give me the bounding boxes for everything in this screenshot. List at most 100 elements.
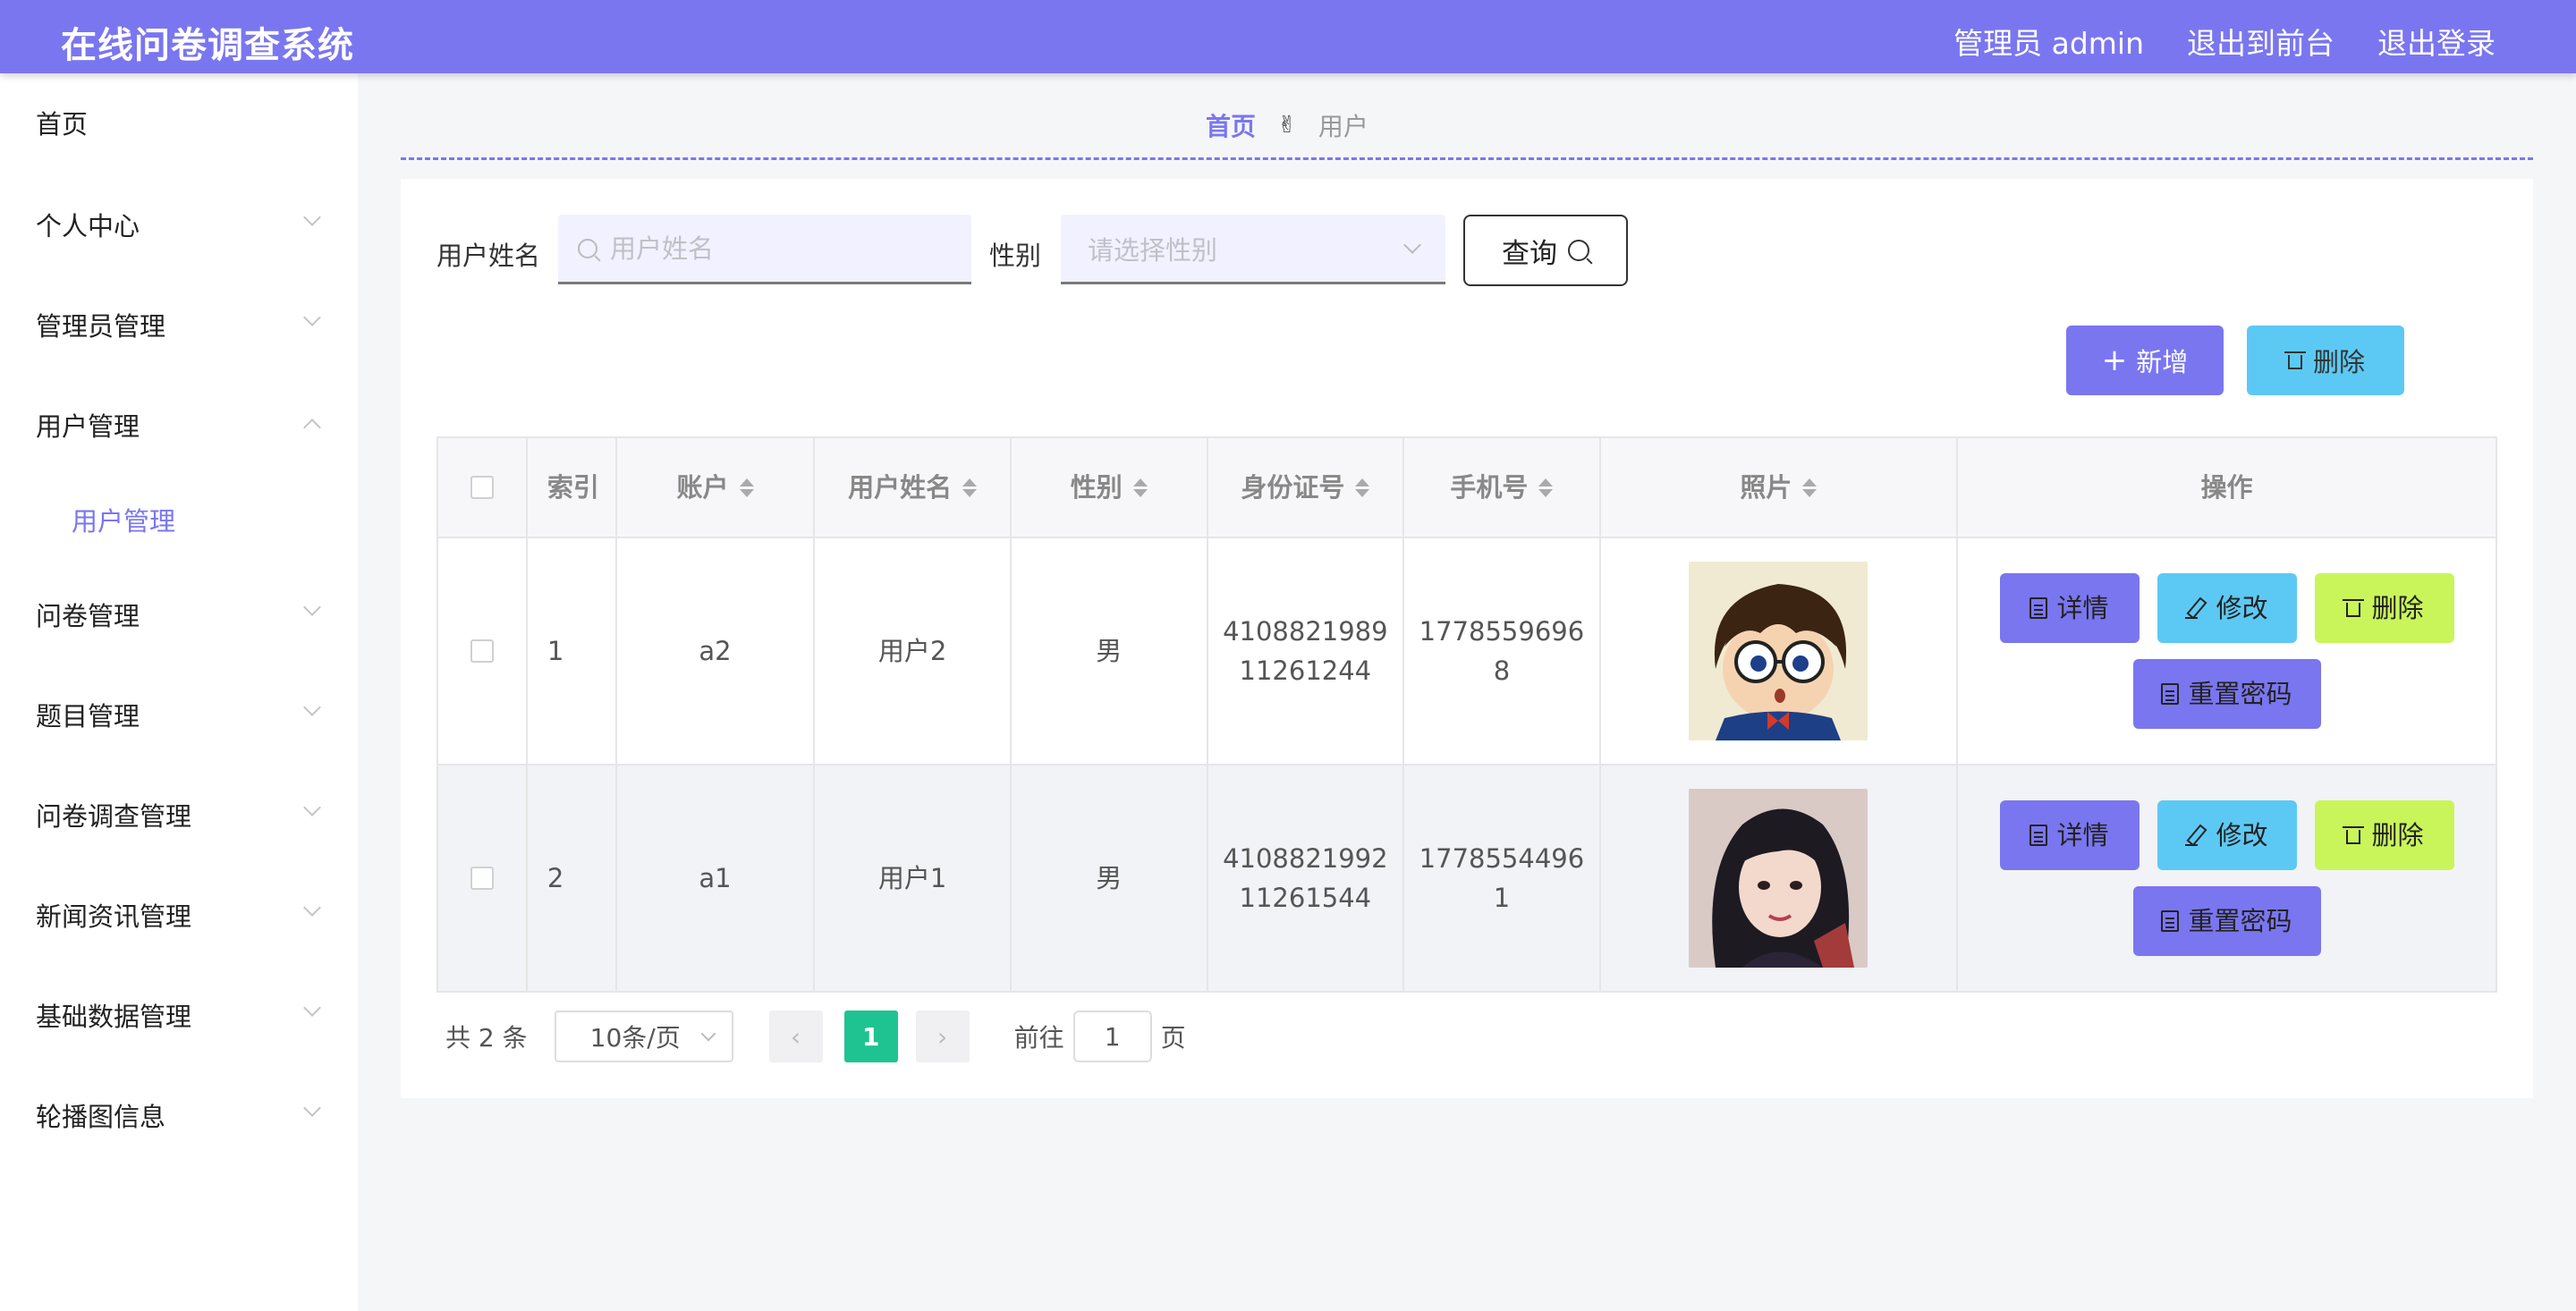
- sidebar-item-profile[interactable]: 个人中心: [36, 202, 322, 247]
- cell-account: a2: [617, 538, 816, 764]
- goto-label: 前往: [1013, 1023, 1064, 1053]
- query-button-label: 查询: [1502, 237, 1557, 270]
- add-button-label: 新增: [2136, 347, 2189, 377]
- reset-password-button[interactable]: 重置密码: [2132, 886, 2321, 956]
- breadcrumb-current: 用户: [1318, 112, 1368, 141]
- document-icon: [2161, 910, 2180, 932]
- sidebar-item-label: 新闻资讯管理: [36, 901, 192, 932]
- add-button[interactable]: + 新增: [2066, 326, 2224, 395]
- chevron-down-icon: [303, 999, 321, 1017]
- search-icon: [1568, 240, 1589, 261]
- trash-icon: [2284, 350, 2306, 371]
- detail-button[interactable]: 详情: [1999, 573, 2140, 643]
- name-search-input[interactable]: [610, 233, 950, 264]
- app-title: 在线问卷调查系统: [61, 25, 354, 66]
- chevron-left-icon: ‹: [791, 1021, 801, 1052]
- name-search-field[interactable]: [558, 215, 971, 284]
- sort-icon[interactable]: [962, 478, 978, 497]
- trash-icon: [2343, 825, 2365, 846]
- header-index: 索引: [528, 438, 617, 537]
- header-id-number[interactable]: 身份证号: [1208, 438, 1405, 537]
- header-phone[interactable]: 手机号: [1404, 438, 1601, 537]
- breadcrumb-home[interactable]: 首页: [1206, 107, 1256, 143]
- sex-select[interactable]: 请选择性别: [1061, 215, 1445, 284]
- submenu-item-user-management[interactable]: 用户管理: [72, 501, 175, 538]
- edit-button[interactable]: 修改: [2157, 573, 2297, 643]
- sidebar-item-label: 问卷调查管理: [36, 801, 192, 832]
- prev-page-button[interactable]: ‹: [768, 1011, 823, 1062]
- detail-button[interactable]: 详情: [1999, 800, 2140, 870]
- goto-page-input[interactable]: [1072, 1011, 1152, 1062]
- header-sex[interactable]: 性别: [1012, 438, 1208, 537]
- document-icon: [2029, 825, 2048, 846]
- cell-sex: 男: [1012, 765, 1208, 991]
- row-operations: 详情 修改 删除 重置密码: [1999, 573, 2454, 729]
- sidebar-item-home[interactable]: 首页: [36, 100, 322, 145]
- row-checkbox[interactable]: [470, 639, 494, 663]
- sidebar-item-survey-management[interactable]: 问卷调查管理: [36, 792, 322, 837]
- chevron-up-icon: [303, 419, 321, 436]
- sidebar-item-questionnaire-management[interactable]: 问卷管理: [36, 592, 322, 637]
- header-user-name[interactable]: 用户姓名: [815, 438, 1012, 537]
- edit-icon: [2185, 597, 2207, 619]
- chevron-down-icon: [303, 309, 321, 326]
- sidebar-item-question-management[interactable]: 题目管理: [36, 692, 322, 737]
- page-size-select[interactable]: 10条/页: [554, 1011, 733, 1062]
- delete-button[interactable]: 删除: [2314, 800, 2454, 870]
- victory-hand-icon: ✌: [1277, 112, 1297, 139]
- batch-delete-button[interactable]: 删除: [2247, 326, 2404, 395]
- table-row: 2 a1 用户1 男 4108821992 11261544 1778554496…: [438, 764, 2496, 991]
- next-page-button[interactable]: ›: [915, 1011, 970, 1062]
- sex-filter-label: 性别: [989, 241, 1042, 271]
- user-table: 索引 账户 用户姓名 性别 身份证号 手机号 照片 操作 1 a2 用户2 男 …: [436, 436, 2497, 993]
- chevron-down-icon: [303, 208, 321, 226]
- sort-icon[interactable]: [1132, 478, 1148, 497]
- edit-button[interactable]: 修改: [2157, 800, 2297, 870]
- cell-index: 1: [528, 538, 617, 764]
- sidebar-item-label: 基础数据管理: [36, 1002, 192, 1032]
- sidebar-item-news-management[interactable]: 新闻资讯管理: [36, 892, 322, 937]
- header-photo[interactable]: 照片: [1601, 438, 1959, 537]
- pagination: 共 2 条 10条/页 ‹ 1 › 前往 页: [445, 1011, 1186, 1062]
- cell-user-name: 用户1: [815, 765, 1012, 991]
- exit-to-frontend-link[interactable]: 退出到前台: [2187, 20, 2334, 63]
- page-number-current[interactable]: 1: [843, 1011, 898, 1062]
- sidebar-item-label: 管理员管理: [36, 311, 166, 342]
- chevron-down-icon: [1403, 235, 1421, 254]
- user-photo[interactable]: [1689, 789, 1868, 968]
- breadcrumb: 首页 ✌ 用户: [1206, 107, 1368, 143]
- document-icon: [2029, 597, 2048, 619]
- header-account[interactable]: 账户: [617, 438, 816, 537]
- cell-sex: 男: [1012, 538, 1208, 764]
- reset-password-button[interactable]: 重置密码: [2132, 659, 2321, 729]
- cell-phone: 1778554496 1: [1404, 765, 1601, 991]
- sort-icon[interactable]: [1802, 478, 1818, 497]
- chevron-down-icon: [303, 1099, 321, 1117]
- cell-id-number: 4108821989 11261244: [1208, 538, 1405, 764]
- sort-icon[interactable]: [1355, 478, 1370, 497]
- sidebar-item-carousel-info[interactable]: 轮播图信息: [36, 1093, 322, 1138]
- trash-icon: [2343, 597, 2365, 619]
- user-photo[interactable]: [1689, 562, 1868, 740]
- logout-link[interactable]: 退出登录: [2377, 20, 2496, 63]
- sidebar-item-label: 问卷管理: [36, 601, 140, 631]
- query-button[interactable]: 查询: [1463, 215, 1628, 286]
- sidebar-item-admin-management[interactable]: 管理员管理: [36, 302, 322, 347]
- admin-user-link[interactable]: 管理员 admin: [1953, 20, 2144, 63]
- sidebar-item-base-data-management[interactable]: 基础数据管理: [36, 993, 322, 1037]
- select-all-checkbox[interactable]: [470, 476, 494, 499]
- sort-icon[interactable]: [1538, 478, 1554, 497]
- sex-select-placeholder: 请选择性别: [1088, 234, 1218, 266]
- row-checkbox[interactable]: [470, 867, 494, 890]
- table-row: 1 a2 用户2 男 4108821989 11261244 1778559696…: [438, 537, 2496, 764]
- top-header: 在线问卷调查系统 管理员 admin 退出到前台 退出登录: [0, 0, 2576, 73]
- name-search-label: 用户姓名: [436, 241, 541, 271]
- search-icon: [578, 238, 597, 258]
- chevron-down-icon: [700, 1026, 716, 1042]
- delete-button[interactable]: 删除: [2314, 573, 2454, 643]
- cell-account: a1: [617, 765, 816, 991]
- sidebar-item-user-management[interactable]: 用户管理: [36, 402, 322, 447]
- sort-icon[interactable]: [739, 478, 754, 497]
- cell-id-number: 4108821992 11261544: [1208, 765, 1405, 991]
- sidebar-item-label: 用户管理: [36, 411, 140, 442]
